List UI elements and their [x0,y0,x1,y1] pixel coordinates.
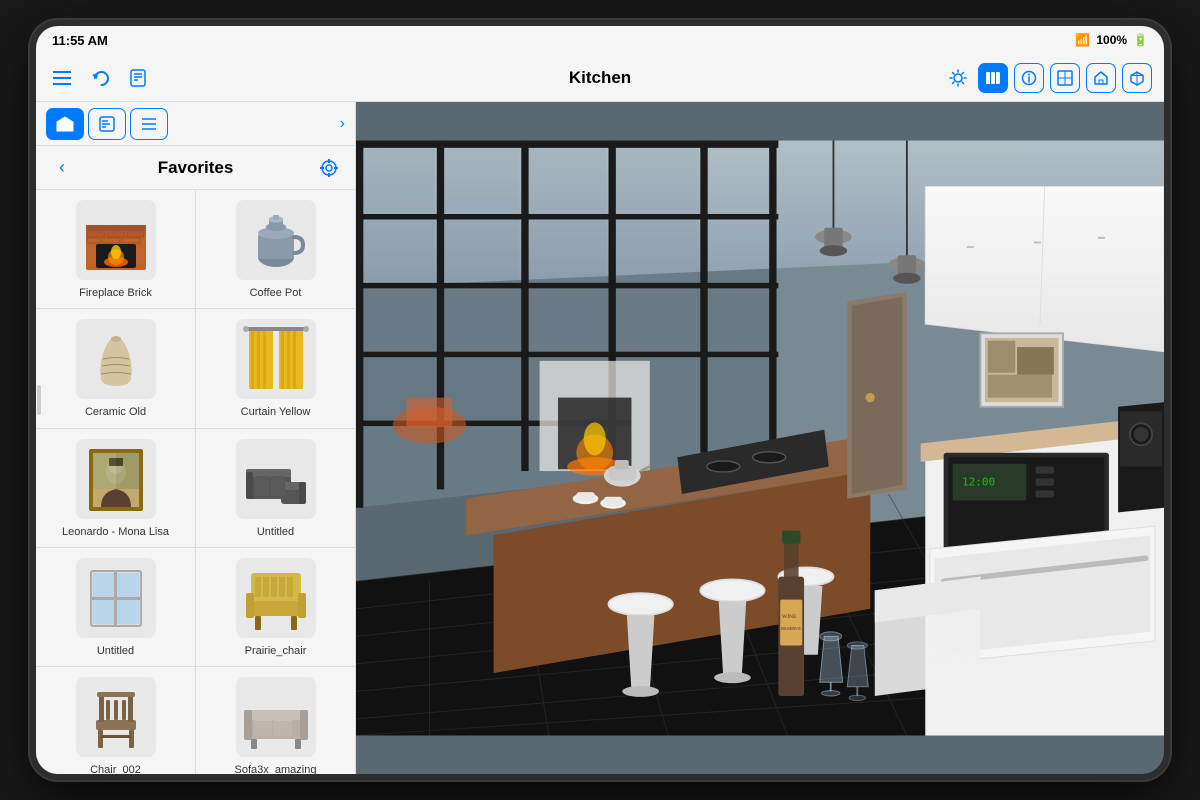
item-label: Leonardo - Mona Lisa [62,525,169,539]
item-label: Sofa3x_amazing [235,763,317,774]
list-item[interactable]: Chair_002 [36,667,195,774]
item-label: Fireplace Brick [79,286,152,300]
main-content: › ‹ Favorites [36,102,1164,774]
sidebar-expand-button[interactable]: › [340,115,345,133]
toolbar-right [789,63,1152,93]
svg-text:12:00: 12:00 [962,476,995,489]
status-right: 📶 100% 🔋 [1075,33,1148,47]
item-thumbnail [76,677,156,757]
sidebar-tabs: › [36,102,355,146]
document-title: Kitchen [419,68,782,88]
status-bar: 11:55 AM 📶 100% 🔋 [36,26,1164,54]
item-thumbnail [76,439,156,519]
kitchen-scene-svg: 12:00 [356,102,1164,774]
item-label: Untitled [257,525,294,539]
toolbar-left [48,64,411,92]
3d-viewport[interactable]: 12:00 [356,102,1164,774]
list-item[interactable]: Prairie_chair [196,548,355,666]
item-thumbnail [76,200,156,280]
item-label: Chair_002 [90,763,141,774]
item-thumbnail [236,319,316,399]
battery-display: 100% [1096,33,1127,47]
list-item[interactable]: Curtain Yellow [196,309,355,427]
main-toolbar: Kitchen [36,54,1164,102]
time-display: 11:55 AM [52,33,108,48]
sidebar-header: ‹ Favorites [36,146,355,190]
list-item[interactable]: Untitled [196,429,355,547]
list-item[interactable]: Coffee Pot [196,190,355,308]
tablet-screen: 11:55 AM 📶 100% 🔋 [36,26,1164,774]
list-item[interactable]: Leonardo - Mona Lisa [36,429,195,547]
battery-icon: 🔋 [1133,33,1148,47]
tab-floor-plan[interactable] [46,108,84,140]
tab-list[interactable] [130,108,168,140]
home-view-button[interactable] [1086,63,1116,93]
document-button[interactable] [124,64,152,92]
svg-text:WINE: WINE [782,614,797,620]
menu-button[interactable] [48,64,76,92]
item-label: Untitled [97,644,134,658]
items-grid: Fireplace Brick [36,190,355,774]
item-label: Coffee Pot [250,286,302,300]
item-thumbnail [236,677,316,757]
library-button[interactable] [978,63,1008,93]
scroll-indicator [37,385,41,415]
item-thumbnail [236,439,316,519]
list-item[interactable]: Ceramic Old [36,309,195,427]
title-text: Kitchen [569,68,631,87]
item-thumbnail [236,200,316,280]
undo-button[interactable] [86,64,114,92]
list-item[interactable]: Fireplace Brick [36,190,195,308]
favorites-settings-button[interactable] [315,154,343,182]
item-label: Curtain Yellow [241,405,311,419]
sidebar-title: Favorites [84,158,307,178]
info-button[interactable] [1014,63,1044,93]
list-item[interactable]: Untitled [36,548,195,666]
floorplan-button[interactable] [1050,63,1080,93]
item-thumbnail [76,319,156,399]
item-thumbnail [236,558,316,638]
sidebar: › ‹ Favorites [36,102,356,774]
svg-text:RESERVE: RESERVE [781,626,801,631]
wifi-icon: 📶 [1075,33,1090,47]
item-label: Prairie_chair [245,644,307,658]
light-button[interactable] [944,64,972,92]
back-button[interactable]: ‹ [48,154,76,182]
item-label: Ceramic Old [85,405,146,419]
cube-view-button[interactable] [1122,63,1152,93]
list-item[interactable]: Sofa3x_amazing [196,667,355,774]
tablet-device: 11:55 AM 📶 100% 🔋 [30,20,1170,780]
item-thumbnail [76,558,156,638]
tab-draw[interactable] [88,108,126,140]
